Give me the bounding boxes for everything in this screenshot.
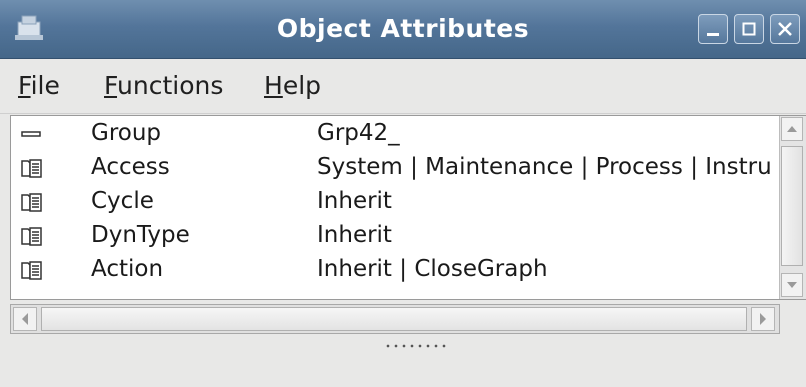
attribute-name: Action xyxy=(91,256,164,282)
menu-functions[interactable]: Functions xyxy=(104,59,223,113)
folder-list-icon xyxy=(21,227,42,246)
minimize-icon xyxy=(707,33,719,36)
attribute-name: Group xyxy=(91,120,162,146)
attribute-name: Cycle xyxy=(91,188,154,214)
title-bar[interactable]: Object Attributes xyxy=(0,0,806,59)
attribute-value: System | Maintenance | Process | Instrum… xyxy=(317,154,772,180)
dash-icon xyxy=(21,131,41,137)
list-item[interactable]: Action Inherit | CloseGraph xyxy=(11,252,771,286)
arrow-down-icon xyxy=(787,282,797,288)
list-item[interactable]: Access System | Maintenance | Process | … xyxy=(11,150,772,184)
menu-bar: File Functions Help xyxy=(0,59,806,114)
scroll-right-button[interactable] xyxy=(751,307,775,331)
arrow-left-icon xyxy=(22,313,28,325)
close-button[interactable] xyxy=(770,14,800,44)
attribute-value: Inherit xyxy=(317,222,392,248)
folder-list-icon xyxy=(21,159,42,178)
attribute-value: Inherit xyxy=(317,188,392,214)
arrow-up-icon xyxy=(787,126,797,132)
scroll-down-button[interactable] xyxy=(781,273,803,297)
menu-file-mnemonic: F xyxy=(18,71,31,100)
pane-resize-grip[interactable] xyxy=(384,343,446,349)
menu-file[interactable]: File xyxy=(18,59,60,113)
maximize-icon xyxy=(742,22,756,36)
folder-list-icon xyxy=(21,261,42,280)
horizontal-scrollbar[interactable] xyxy=(10,304,780,334)
vertical-scroll-thumb[interactable] xyxy=(781,146,803,266)
attribute-value: Grp42_ xyxy=(317,120,400,146)
horizontal-scroll-thumb[interactable] xyxy=(41,307,747,331)
list-item[interactable]: Group Grp42_ xyxy=(11,116,771,150)
scroll-up-button[interactable] xyxy=(781,117,803,141)
window-title: Object Attributes xyxy=(276,14,530,43)
attribute-value: Inherit | CloseGraph xyxy=(317,256,548,282)
menu-file-label: ile xyxy=(30,71,60,100)
attribute-list[interactable]: Group Grp42_ Access System | Maintenance… xyxy=(10,115,806,300)
minimize-button[interactable] xyxy=(698,14,728,44)
menu-help-label: elp xyxy=(282,71,322,100)
attribute-name: DynType xyxy=(91,222,190,248)
list-item[interactable]: DynType Inherit xyxy=(11,218,771,252)
close-icon xyxy=(778,22,792,36)
menu-help-mnemonic: H xyxy=(264,71,283,100)
menu-functions-label: unctions xyxy=(117,71,224,100)
arrow-right-icon xyxy=(760,313,766,325)
menu-functions-mnemonic: F xyxy=(104,71,118,100)
maximize-button[interactable] xyxy=(734,14,764,44)
list-item[interactable]: Cycle Inherit xyxy=(11,184,771,218)
vertical-scrollbar[interactable] xyxy=(779,116,806,299)
folder-list-icon xyxy=(21,193,42,212)
bottom-panel xyxy=(0,352,806,387)
scroll-left-button[interactable] xyxy=(13,307,37,331)
menu-help[interactable]: Help xyxy=(264,59,321,113)
attribute-name: Access xyxy=(91,154,170,180)
